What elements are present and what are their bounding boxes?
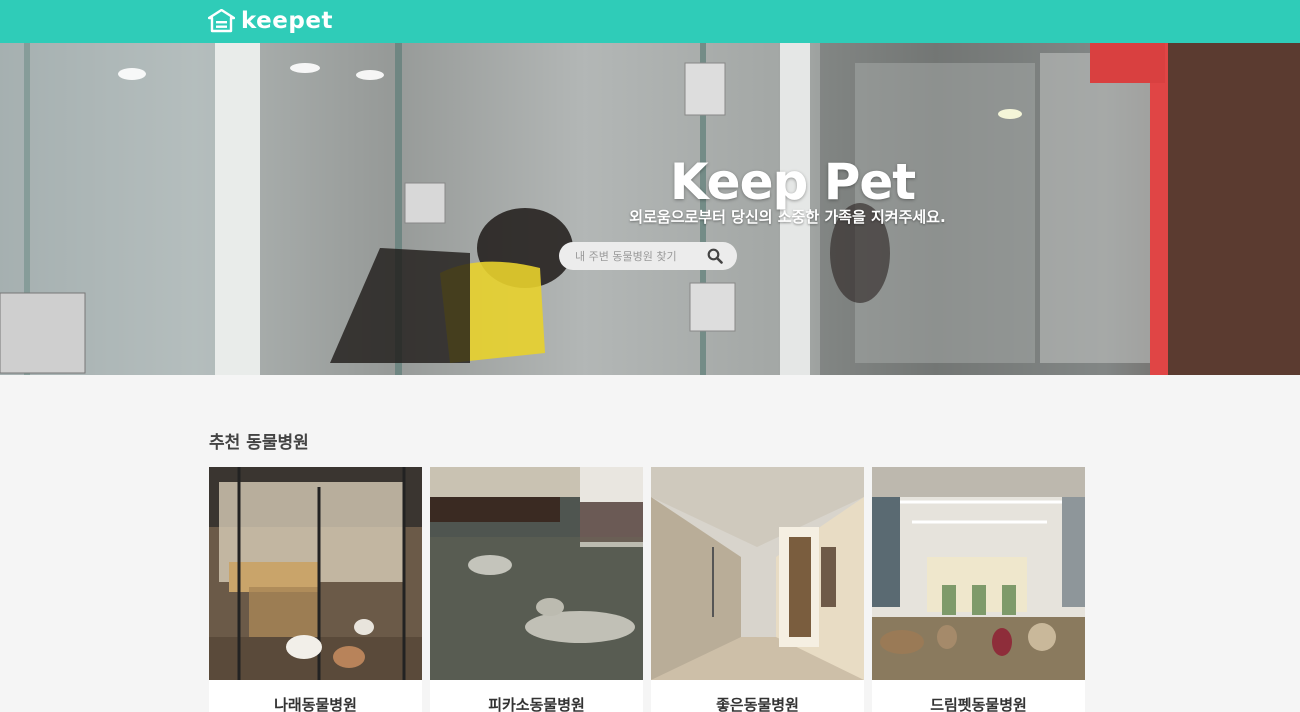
logo[interactable]: keepet bbox=[208, 6, 333, 36]
hospital-search-bar bbox=[559, 242, 737, 270]
hospital-card[interactable]: 피카소동물병원 bbox=[430, 467, 643, 712]
hospital-photo bbox=[209, 467, 422, 680]
hospital-name: 피카소동물병원 bbox=[488, 696, 585, 712]
hero-title: Keep Pet bbox=[669, 153, 916, 211]
hero-banner: Keep Pet 외로움으로부터 당신의 소중한 가족을 지켜주세요. bbox=[0, 43, 1300, 375]
hospital-name: 드림펫동물병원 bbox=[930, 696, 1027, 712]
house-paw-icon bbox=[208, 9, 235, 33]
hospital-name: 좋은동물병원 bbox=[716, 696, 799, 712]
hero-subtitle: 외로움으로부터 당신의 소중한 가족을 지켜주세요. bbox=[0, 206, 1300, 227]
search-icon[interactable] bbox=[707, 248, 723, 264]
hospital-name: 나래동물병원 bbox=[274, 696, 357, 712]
hospital-photo bbox=[872, 467, 1085, 680]
hospital-photo bbox=[651, 467, 864, 680]
hospital-card[interactable]: 드림펫동물병원 bbox=[872, 467, 1085, 712]
hospital-card-list: 나래동물병원 피카소동물병원 좋은동물병원 드림펫동물병원 bbox=[209, 467, 1085, 712]
hospital-photo bbox=[430, 467, 643, 680]
hospital-card[interactable]: 좋은동물병원 bbox=[651, 467, 864, 712]
hospital-card[interactable]: 나래동물병원 bbox=[209, 467, 422, 712]
recommended-section-title: 추천 동물병원 bbox=[209, 433, 309, 453]
top-navbar: keepet bbox=[0, 0, 1300, 43]
logo-text: keepet bbox=[241, 8, 333, 34]
hospital-search-input[interactable] bbox=[575, 246, 705, 266]
hero-subtitle-text: 외로움으로부터 당신의 소중한 가족을 지켜주세요. bbox=[629, 208, 946, 226]
